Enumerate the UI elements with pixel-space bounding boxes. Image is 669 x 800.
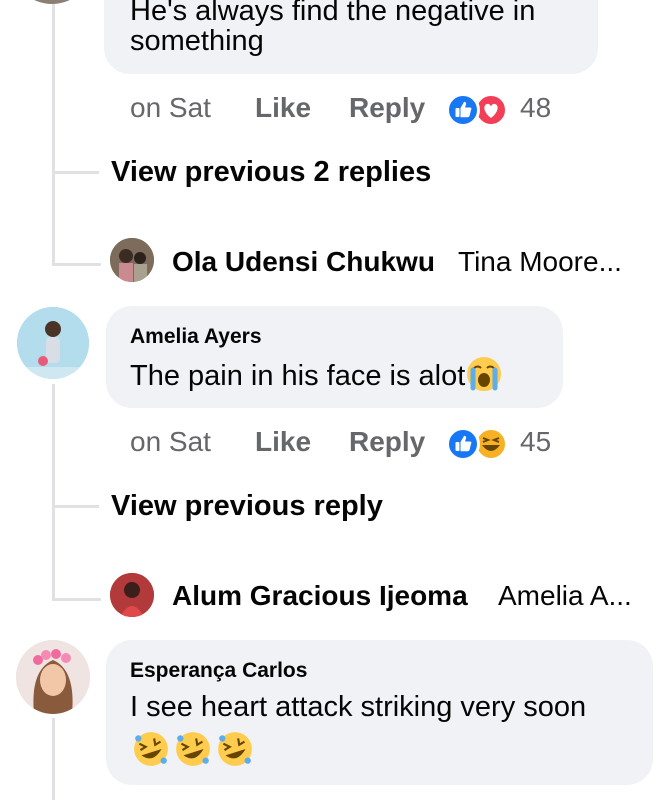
comment-emojis <box>132 730 262 768</box>
avatar[interactable] <box>16 640 90 714</box>
comment-bubble[interactable]: Esperança Carlos I see heart attack stri… <box>106 640 653 785</box>
avatar-image <box>16 640 90 714</box>
comment-author[interactable]: Esperança Carlos <box>130 659 307 683</box>
reactions[interactable] <box>446 93 512 127</box>
comment-author[interactable]: Amelia Ayers <box>130 325 262 349</box>
avatar-image <box>110 573 154 617</box>
like-button[interactable]: Like <box>255 92 311 124</box>
thread-branch <box>55 263 101 266</box>
like-icon <box>446 427 480 461</box>
reactions[interactable] <box>446 427 512 461</box>
view-previous-replies[interactable]: View previous 2 replies <box>111 156 431 189</box>
comment-text-line2: something <box>130 25 264 57</box>
reply-preview-text[interactable]: Amelia A... <box>498 580 632 612</box>
rolling-on-floor-laughing-emoji <box>176 732 210 766</box>
thread-branch <box>55 505 99 508</box>
avatar-image <box>110 238 154 282</box>
comment-text-content: The pain in his face is alot <box>130 360 466 392</box>
reaction-count: 45 <box>520 426 552 457</box>
comment-text: The pain in his face is alot <box>130 356 502 395</box>
like-icon <box>446 93 480 127</box>
thread-branch <box>55 171 99 174</box>
reply-author[interactable]: Alum Gracious Ijeoma <box>172 580 468 612</box>
comment-bubble[interactable]: Amelia Ayers The pain in his face is alo… <box>106 306 563 408</box>
reply-button[interactable]: Reply <box>349 92 425 124</box>
reply-author[interactable]: Ola Udensi Chukwu <box>172 246 435 278</box>
avatar[interactable] <box>17 307 89 379</box>
thread-line <box>52 718 55 800</box>
rolling-on-floor-laughing-emoji <box>134 732 168 766</box>
comment-time[interactable]: on Sat <box>130 92 211 124</box>
comment-bubble[interactable]: He's always find the negative in somethi… <box>104 0 598 74</box>
loudly-crying-face-emoji <box>467 357 502 391</box>
comment-text: I see heart attack striking very soon <box>130 691 587 723</box>
thread-line <box>52 4 55 266</box>
reaction-count: 48 <box>520 92 552 123</box>
thread-branch <box>55 598 101 601</box>
like-button[interactable]: Like <box>255 426 311 458</box>
avatar[interactable] <box>110 573 154 617</box>
view-previous-replies[interactable]: View previous reply <box>111 490 383 523</box>
rolling-on-floor-laughing-emoji <box>218 732 252 766</box>
thread-line <box>52 384 55 601</box>
comment-time[interactable]: on Sat <box>130 426 211 458</box>
reply-button[interactable]: Reply <box>349 426 425 458</box>
avatar-image <box>17 307 89 379</box>
reply-preview-text[interactable]: Tina Moore... <box>458 246 622 278</box>
avatar[interactable] <box>110 238 154 282</box>
